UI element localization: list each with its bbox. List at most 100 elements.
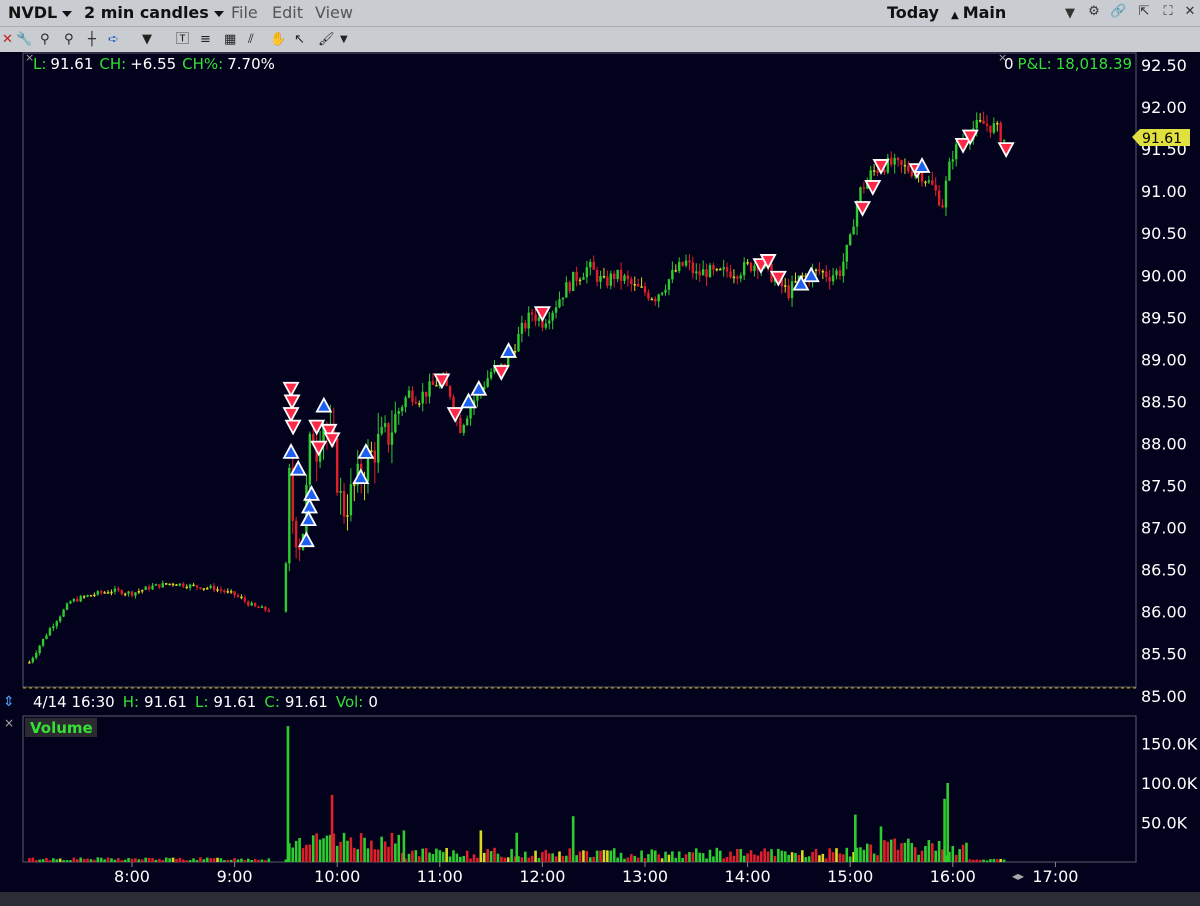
crosshair-icon[interactable]: ┼ [88,32,96,48]
brush-icon[interactable]: 🖌 [318,32,335,48]
volume-bar [82,858,86,862]
volume-bar [130,858,134,862]
volume-bar [199,857,202,862]
last-price-tag: 91.61 [1132,129,1190,147]
cursor-icon[interactable]: ➪ [108,32,119,48]
volume-bar [79,857,82,862]
close-icon[interactable]: ✕ [2,32,13,48]
lines-tool-icon[interactable]: ⫽ [248,32,254,48]
candle-body [527,312,530,329]
menu-file[interactable]: File [231,3,258,22]
candle-body [667,279,671,290]
detach-icon[interactable]: ⇱ [1136,4,1152,20]
maximize-icon[interactable]: ⛶ [1160,4,1176,20]
candle-body [890,157,893,165]
candle-body [530,312,534,315]
volume-bar [65,860,69,862]
candle-body [592,261,595,270]
volume-bar [578,851,582,862]
volume-bar [842,854,845,862]
volume-bar [1002,859,1006,862]
volume-bar [866,843,869,862]
time-tick-label: 17:00 [1032,867,1078,886]
link-icon[interactable]: 🔗 [1110,4,1126,20]
candle-body [58,616,62,622]
volume-bar [821,853,825,862]
menu-view[interactable]: View [315,3,353,22]
candle-body [571,271,575,291]
gear-icon[interactable]: ⚙ [1086,4,1102,20]
dropdown-icon[interactable]: ▼ [142,32,152,48]
candle-body [41,638,45,646]
candle-body [660,292,664,295]
grid-tool-icon[interactable]: ▦ [224,32,236,48]
volume-bar [763,848,766,862]
candle-body [424,391,428,397]
volume-bar [695,848,698,862]
candle-body [236,595,240,597]
volume-bar [831,852,835,862]
volume-bar [845,847,849,862]
volume-bar [192,858,195,862]
chart-background [0,52,1200,906]
volume-bar [835,848,838,862]
candle-body [418,403,421,405]
time-tick-label: 8:00 [114,867,150,886]
volume-bar [164,857,168,862]
volume-bar [246,858,250,862]
timeline-scroller[interactable] [0,892,1200,906]
candle-body [1002,139,1006,142]
menu-edit[interactable]: Edit [272,3,303,22]
volume-bar [250,859,253,862]
volume-bar [311,835,315,862]
interval-selector[interactable]: 2 min candles [84,3,224,22]
volume-bar [370,840,373,862]
candle-body [373,450,377,463]
symbol-selector[interactable]: NVDL [8,3,73,22]
candle-body [623,275,626,281]
volume-bar [599,850,602,862]
volume-bar [794,852,797,862]
volume-bar [380,836,383,862]
candle-body [212,585,216,591]
volume-bar [715,847,719,862]
volume-bar [930,843,934,862]
volume-bar [602,850,606,862]
candle-body [103,592,106,594]
candle-body [729,271,732,278]
layout-selector[interactable]: ▲ Main [951,3,1006,22]
chevron-down-icon [62,10,73,17]
pin-icon[interactable]: ⚲ [40,32,50,48]
scroll-marker-icon[interactable]: ◂▸ [1012,869,1024,883]
hand-icon[interactable]: ✋ [270,32,286,48]
chart-area[interactable]: 92.5092.0091.5091.0090.5090.0089.5089.00… [0,52,1200,906]
range-selector[interactable]: Today [887,3,939,22]
pin-icon[interactable]: ⇕ [3,694,15,710]
pin-alt-icon[interactable]: ⚲ [64,32,74,48]
volume-bar [383,841,387,862]
volume-bar [630,854,633,862]
wrench-icon[interactable]: 🔧 [16,32,32,48]
dropdown-icon[interactable]: ▼ [340,32,348,48]
candle-body [284,563,288,612]
candle-body [100,591,103,593]
volume-bar [588,857,592,862]
dropdown-icon[interactable]: ▼ [1062,6,1078,22]
text-tool-icon[interactable]: 🅃 [176,32,189,48]
volume-bar [147,857,151,862]
arrow-tool-icon[interactable]: ↖ [294,32,305,48]
candle-body [257,606,260,609]
volume-bar [110,858,113,862]
volume-bar [298,837,301,862]
fib-tool-icon[interactable]: ≡ [200,32,211,48]
price-tick-label: 90.00 [1141,266,1187,285]
volume-bar [127,857,130,862]
volume-bar [472,854,476,862]
close-icon[interactable]: × [4,716,14,730]
volume-bar [305,844,308,862]
time-tick-label: 12:00 [519,867,565,886]
volume-bar [86,858,89,862]
close-icon[interactable]: ✕ [1182,4,1198,20]
candle-body [883,169,886,173]
volume-bar [161,859,165,862]
